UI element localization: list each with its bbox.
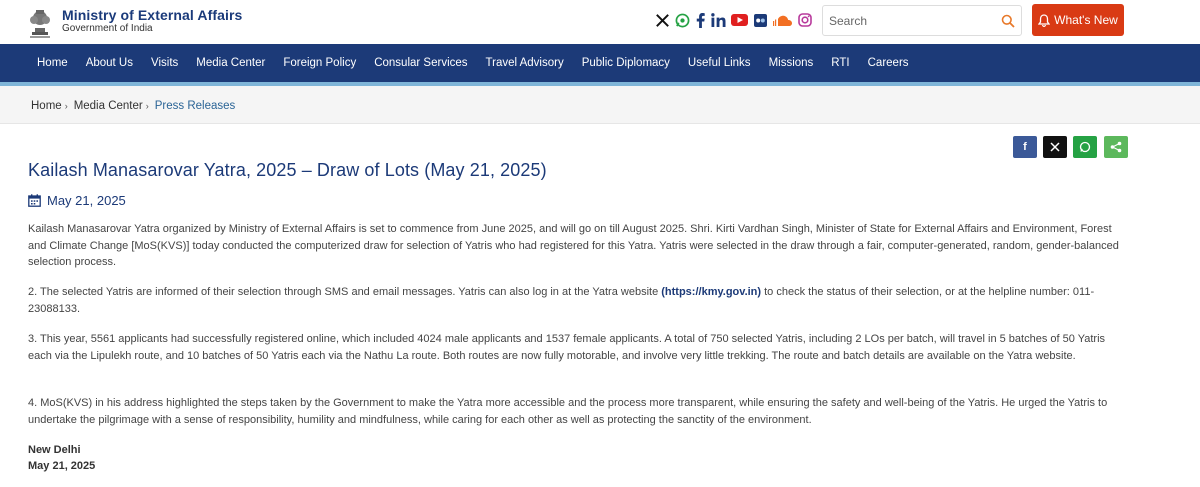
breadcrumb-separator: ›: [64, 101, 68, 111]
nav-item-media-center[interactable]: Media Center: [187, 57, 274, 69]
nav-item-about-us[interactable]: About Us: [77, 57, 142, 69]
share-button[interactable]: [1104, 136, 1128, 158]
whatsapp-icon[interactable]: [674, 10, 690, 30]
article-place: New Delhi: [28, 444, 81, 456]
facebook-icon: f: [1023, 141, 1027, 153]
soundcloud-icon[interactable]: [772, 10, 792, 30]
nav-item-foreign-policy[interactable]: Foreign Policy: [274, 57, 365, 69]
flickr-icon[interactable]: [753, 10, 767, 30]
x-icon[interactable]: [655, 10, 669, 30]
instagram-icon[interactable]: [797, 10, 813, 30]
header: Ministry of External Affairs Government …: [0, 0, 1200, 44]
breadcrumb-bar: Home › Media Center › Press Releases: [0, 86, 1200, 124]
nav-item-careers[interactable]: Careers: [859, 57, 918, 69]
nav-item-missions[interactable]: Missions: [760, 57, 823, 69]
article-paragraph-2: 2. The selected Yatris are informed of t…: [28, 284, 1128, 317]
nav-item-visits[interactable]: Visits: [142, 57, 187, 69]
main-nav: Home About Us Visits Media Center Foreig…: [0, 44, 1200, 82]
youtube-icon[interactable]: [730, 10, 748, 30]
paragraph-text: 2. The selected Yatris are informed of t…: [28, 286, 662, 298]
search-input[interactable]: [829, 12, 989, 30]
national-emblem-icon[interactable]: [26, 2, 54, 40]
bell-icon: [1038, 13, 1051, 27]
yatra-website-link[interactable]: (https://kmy.gov.in): [661, 286, 761, 298]
article-paragraph-4: 4. MoS(KVS) in his address highlighted t…: [28, 397, 1108, 426]
nav-item-home[interactable]: Home: [28, 57, 77, 69]
breadcrumb: Home › Media Center › Press Releases: [31, 100, 235, 112]
breadcrumb-separator: ›: [145, 101, 149, 111]
share-x-button[interactable]: [1043, 136, 1067, 158]
site-subtitle: Government of India: [62, 23, 153, 34]
nav-item-useful-links[interactable]: Useful Links: [679, 57, 760, 69]
facebook-icon[interactable]: [695, 10, 705, 30]
whatsapp-icon: [1079, 141, 1091, 153]
share-facebook-button[interactable]: f: [1013, 136, 1037, 158]
article-paragraph-1: Kailash Manasarovar Yatra organized by M…: [28, 223, 1119, 268]
breadcrumb-media-center[interactable]: Media Center: [74, 100, 143, 112]
calendar-icon: [28, 194, 41, 207]
search-icon[interactable]: [1001, 14, 1015, 28]
breadcrumb-home[interactable]: Home: [31, 100, 62, 112]
site-title[interactable]: Ministry of External Affairs: [62, 7, 242, 23]
nav-item-consular-services[interactable]: Consular Services: [365, 57, 476, 69]
x-icon: [1050, 142, 1060, 152]
whats-new-label: What's New: [1054, 13, 1118, 27]
article-date: May 21, 2025: [47, 193, 126, 208]
search-box: [822, 5, 1022, 36]
article-paragraph-3: 3. This year, 5561 applicants had succes…: [28, 333, 1106, 362]
nav-item-travel-advisory[interactable]: Travel Advisory: [477, 57, 573, 69]
breadcrumb-press-releases: Press Releases: [154, 100, 236, 112]
article-date-row: May 21, 2025: [28, 193, 126, 208]
linkedin-icon[interactable]: [710, 10, 726, 30]
article-sign-date: May 21, 2025: [28, 460, 96, 472]
nav-item-rti[interactable]: RTI: [822, 57, 858, 69]
share-icon: [1110, 141, 1122, 153]
share-whatsapp-button[interactable]: [1073, 136, 1097, 158]
whats-new-button[interactable]: What's New: [1032, 4, 1124, 36]
nav-item-public-diplomacy[interactable]: Public Diplomacy: [573, 57, 679, 69]
page-title: Kailash Manasarovar Yatra, 2025 – Draw o…: [28, 160, 547, 180]
